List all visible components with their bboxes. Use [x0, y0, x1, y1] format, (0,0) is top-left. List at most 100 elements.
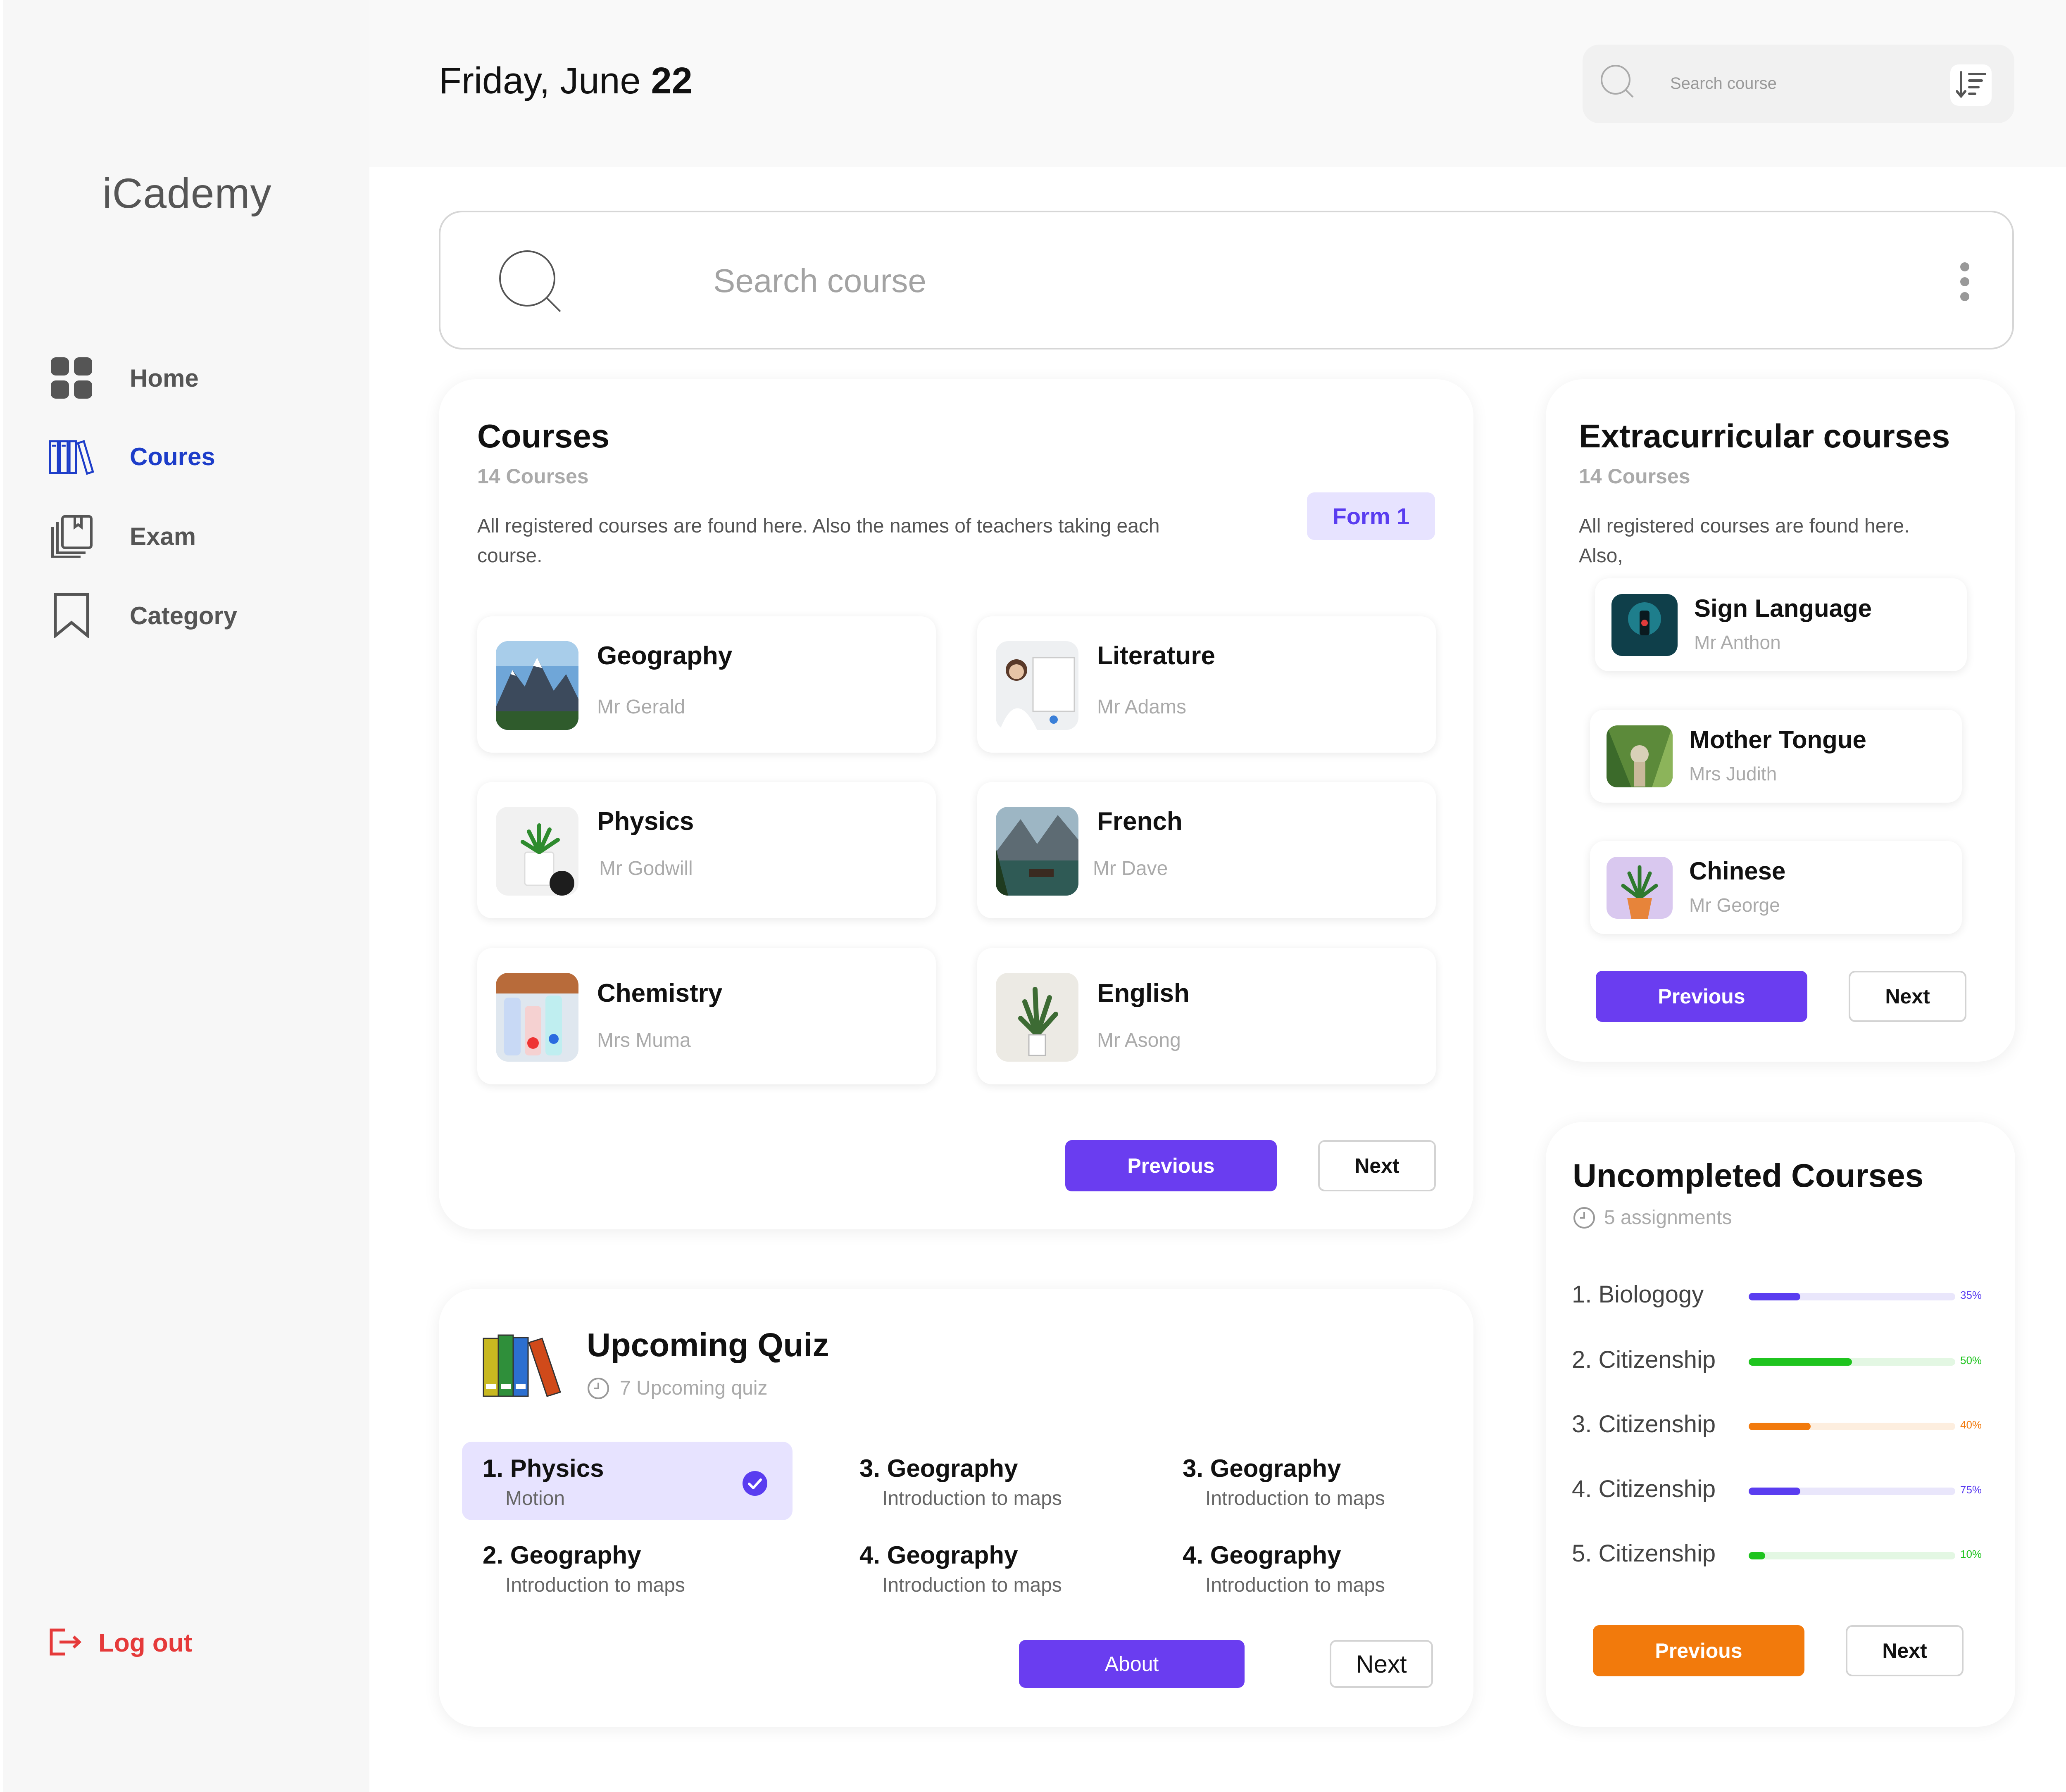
quiz-item-5[interactable]: 3. Geography Introduction to maps [1162, 1442, 1492, 1520]
uncompleted-title: Uncompleted Courses [1573, 1157, 1924, 1194]
course-name: Physics [597, 807, 694, 836]
extracurricular-count: 14 Courses [1579, 465, 1690, 488]
quiz-item-title: 1. Physics [483, 1455, 604, 1482]
progress-fill [1749, 1552, 1765, 1559]
course-teacher: Mr Anthon [1694, 632, 1781, 653]
logout-button[interactable]: Log out [49, 1628, 192, 1659]
page-date: Friday, June 22 [439, 60, 693, 102]
progress-row[interactable]: 5. Citizenship 10% [1572, 1531, 1985, 1577]
progress-track [1749, 1423, 1955, 1430]
course-tile-french[interactable]: French Mr Dave [977, 782, 1436, 918]
course-tile-english[interactable]: English Mr Asong [977, 948, 1436, 1084]
extracurricular-tile-sign-language[interactable]: Sign Language Mr Anthon [1595, 578, 1967, 671]
progress-fill [1749, 1488, 1800, 1495]
progress-label: 5. Citizenship [1572, 1540, 1716, 1567]
chinese-image [1607, 857, 1673, 919]
courses-next-button[interactable]: Next [1318, 1140, 1436, 1191]
bookmark-icon [49, 593, 94, 638]
quiz-item-3[interactable]: 3. Geography Introduction to maps [839, 1442, 1169, 1520]
physics-image [496, 807, 578, 896]
check-circle-icon [742, 1471, 768, 1498]
logout-label: Log out [98, 1629, 193, 1657]
clock-icon [587, 1377, 610, 1402]
quiz-item-4[interactable]: 4. Geography Introduction to maps [839, 1528, 1169, 1607]
mother-tongue-image [1607, 725, 1673, 787]
quiz-item-topic: Introduction to maps [882, 1488, 1062, 1509]
course-name: English [1097, 979, 1190, 1008]
progress-track [1749, 1293, 1955, 1300]
course-name: Sign Language [1694, 594, 1872, 622]
sidebar-item-coures[interactable]: Coures [49, 428, 338, 485]
course-tile-literature[interactable]: Literature Mr Adams [977, 616, 1436, 753]
course-name: Chinese [1689, 857, 1786, 885]
sidebar-item-label: Home [130, 364, 199, 392]
extracurricular-tile-mother-tongue[interactable]: Mother Tongue Mrs Judith [1590, 710, 1962, 803]
sidebar-item-exam[interactable]: Exam [49, 507, 338, 565]
quiz-item-6[interactable]: 4. Geography Introduction to maps [1162, 1528, 1492, 1607]
extracurricular-title: Extracurricular courses [1579, 418, 1950, 454]
extracurricular-next-button[interactable]: Next [1849, 971, 1966, 1022]
course-teacher: Mr Adams [1097, 696, 1187, 718]
quiz-item-topic: Introduction to maps [1205, 1574, 1385, 1596]
progress-row[interactable]: 1. Biologogy 35% [1572, 1272, 1985, 1318]
chemistry-image [496, 973, 578, 1062]
sidebar-item-label: Category [130, 601, 238, 630]
progress-track [1749, 1552, 1955, 1559]
header-search[interactable]: Search course [1583, 45, 2014, 123]
progress-row[interactable]: 2. Citizenship 50% [1572, 1338, 1985, 1383]
quiz-subtitle: 7 Upcoming quiz [620, 1377, 768, 1399]
sign-language-image [1611, 594, 1678, 656]
course-name: Geography [597, 642, 733, 670]
quiz-item-title: 3. Geography [1183, 1455, 1341, 1482]
progress-fill [1749, 1293, 1800, 1300]
quiz-item-title: 2. Geography [483, 1541, 641, 1569]
progress-percent: 75% [1960, 1483, 1982, 1496]
uncompleted-subtitle: 5 assignments [1604, 1207, 1732, 1229]
courses-previous-button[interactable]: Previous [1065, 1140, 1277, 1191]
quiz-item-topic: Motion [505, 1488, 565, 1509]
quiz-item-2[interactable]: 2. Geography Introduction to maps [462, 1528, 793, 1607]
form-badge[interactable]: Form 1 [1307, 492, 1435, 540]
quiz-item-title: 4. Geography [1183, 1541, 1341, 1569]
english-image [996, 973, 1078, 1062]
search-icon [1599, 63, 1640, 107]
progress-track [1749, 1488, 1955, 1495]
course-name: French [1097, 807, 1183, 836]
progress-percent: 40% [1960, 1419, 1982, 1431]
sort-button[interactable] [1950, 64, 1992, 106]
course-tile-chemistry[interactable]: Chemistry Mrs Muma [477, 948, 936, 1084]
progress-fill [1749, 1358, 1852, 1366]
quiz-next-button[interactable]: Next [1330, 1640, 1433, 1688]
courses-title: Courses [477, 418, 610, 454]
progress-percent: 35% [1960, 1289, 1982, 1301]
quiz-title: Upcoming Quiz [587, 1326, 829, 1363]
header-search-input[interactable]: Search course [1670, 74, 1777, 93]
sidebar-item-category[interactable]: Category [49, 587, 338, 644]
course-search-bar[interactable]: Search course [439, 211, 2014, 349]
extracurricular-tile-chinese[interactable]: Chinese Mr George [1590, 841, 1962, 934]
extracurricular-previous-button[interactable]: Previous [1596, 971, 1807, 1022]
course-tile-physics[interactable]: Physics Mr Godwill [477, 782, 936, 918]
progress-row[interactable]: 4. Citizenship 75% [1572, 1467, 1985, 1512]
sidebar [3, 0, 369, 1792]
progress-percent: 50% [1960, 1354, 1982, 1367]
uncompleted-next-button[interactable]: Next [1846, 1625, 1964, 1676]
more-options-icon[interactable] [1957, 261, 1973, 302]
course-search-input[interactable]: Search course [713, 262, 926, 300]
quiz-about-button[interactable]: About [1019, 1640, 1245, 1688]
progress-label: 4. Citizenship [1572, 1476, 1716, 1502]
quiz-item-1[interactable]: 1. Physics Motion [462, 1442, 793, 1520]
quiz-item-topic: Introduction to maps [505, 1574, 685, 1596]
progress-row[interactable]: 3. Citizenship 40% [1572, 1402, 1985, 1447]
course-tile-geography[interactable]: Geography Mr Gerald [477, 616, 936, 753]
course-teacher: Mr George [1689, 894, 1780, 916]
literature-image [996, 641, 1078, 730]
sidebar-item-label: Coures [130, 442, 215, 471]
uncompleted-previous-button[interactable]: Previous [1593, 1625, 1804, 1676]
quiz-item-title: 3. Geography [859, 1455, 1018, 1482]
courses-count: 14 Courses [477, 465, 589, 488]
search-icon [498, 250, 564, 318]
app-logo: iCademy [102, 170, 272, 217]
sidebar-item-home[interactable]: Home [49, 349, 338, 407]
course-teacher: Mrs Muma [597, 1029, 691, 1051]
